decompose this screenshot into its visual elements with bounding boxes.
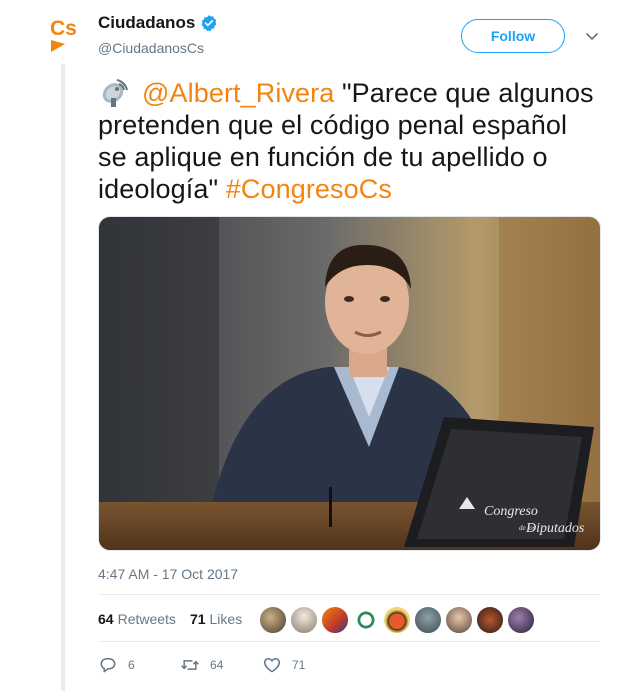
hashtag-link[interactable]: #CongresoCs [226, 174, 392, 204]
tweet-photo[interactable]: Congreso de los Diputados [98, 216, 601, 551]
reply-icon [100, 658, 116, 673]
liker-avatar[interactable] [445, 606, 473, 634]
liker-avatar[interactable] [414, 606, 442, 634]
liker-avatar[interactable] [259, 606, 287, 634]
satellite-antenna-icon [102, 79, 128, 107]
like-count: 71 [292, 658, 306, 672]
author-display-name[interactable]: Ciudadanos [98, 13, 195, 33]
retweet-icon [181, 660, 199, 670]
ciudadanos-logo[interactable]: Cs [48, 16, 84, 56]
author-name-row[interactable]: Ciudadanos [98, 13, 218, 33]
tweet-timestamp[interactable]: 4:47 AM - 17 Oct 2017 [98, 566, 238, 582]
sign-text-3: Diputados [525, 521, 585, 536]
author-handle[interactable]: @CiudadanosCs [98, 40, 204, 56]
speaker-photo: Congreso de los Diputados [99, 217, 600, 550]
engagement-stats: 64 Retweets 71 Likes [98, 611, 256, 627]
thread-line [61, 64, 65, 691]
liker-avatar[interactable] [352, 606, 380, 634]
liker-avatar[interactable] [476, 606, 504, 634]
follow-button[interactable]: Follow [461, 19, 565, 53]
liker-avatar[interactable] [507, 606, 535, 634]
retweet-count: 64 [210, 658, 224, 672]
liker-avatar[interactable] [383, 606, 411, 634]
retweets-stat[interactable]: 64 Retweets [98, 611, 176, 627]
liker-avatar[interactable] [321, 606, 349, 634]
reply-count: 6 [128, 658, 135, 672]
tweet-actions: 6 64 71 [98, 655, 305, 675]
sign-text-1: Congreso [484, 504, 538, 519]
liker-avatars [259, 606, 538, 634]
liker-avatar[interactable] [290, 606, 318, 634]
svg-text:Cs: Cs [50, 17, 77, 40]
likes-stat[interactable]: 71 Likes [190, 611, 242, 627]
verified-badge-icon [201, 15, 217, 32]
divider [98, 641, 600, 642]
like-button[interactable]: 71 [262, 655, 305, 675]
divider [98, 594, 600, 595]
heart-icon [263, 658, 281, 673]
retweet-button[interactable]: 64 [180, 655, 262, 675]
mention-link[interactable]: @Albert_Rivera [142, 78, 334, 108]
chevron-down-icon[interactable] [584, 28, 600, 44]
reply-button[interactable]: 6 [98, 655, 180, 675]
tweet-text: @Albert_Rivera "Parece que algunos prete… [98, 76, 598, 205]
